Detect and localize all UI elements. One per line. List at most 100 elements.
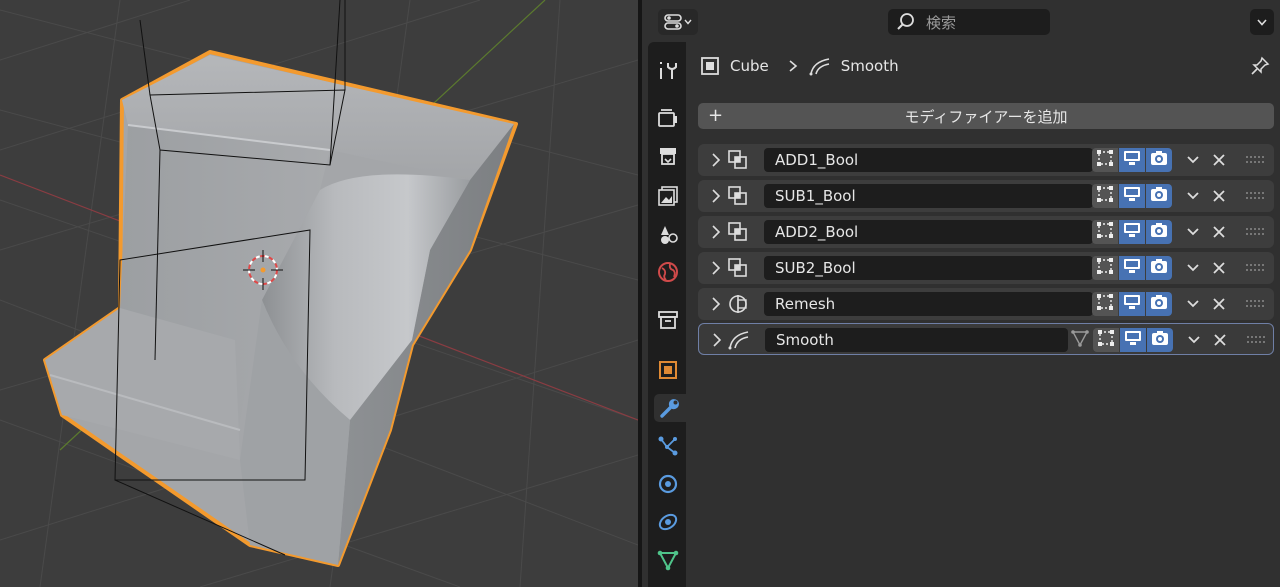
tab-tool[interactable] <box>654 56 682 84</box>
drag-handle-icon[interactable] <box>1246 300 1264 308</box>
remove-modifier-button[interactable] <box>1206 292 1232 316</box>
tab-render[interactable] <box>654 104 682 132</box>
chevron-right-icon[interactable] <box>708 294 724 314</box>
tab-world[interactable] <box>654 258 682 286</box>
remove-modifier-button[interactable] <box>1206 184 1232 208</box>
edit-mode-toggle[interactable] <box>1092 148 1118 172</box>
monitor-icon <box>1123 258 1141 278</box>
tab-particles[interactable] <box>654 432 682 460</box>
editor-type-button[interactable] <box>658 9 698 35</box>
3d-viewport[interactable] <box>0 0 638 587</box>
drag-handle-icon[interactable] <box>1246 192 1264 200</box>
modifier-row[interactable]: Smooth <box>698 323 1274 355</box>
tab-view-layer[interactable] <box>654 182 682 210</box>
edit-mode-toggle[interactable] <box>1092 256 1118 280</box>
camera-icon <box>1150 222 1168 242</box>
tab-collection[interactable] <box>654 306 682 334</box>
properties-tabs <box>648 42 686 587</box>
modifier-name-field[interactable]: Remesh <box>764 292 1093 316</box>
viewport-toggle[interactable] <box>1120 328 1146 352</box>
viewport-toggle[interactable] <box>1119 184 1145 208</box>
modifier-name-field[interactable]: SUB2_Bool <box>764 256 1093 280</box>
camera-icon <box>1150 150 1168 170</box>
search-placeholder: 検索 <box>926 13 957 32</box>
remove-modifier-button[interactable] <box>1206 220 1232 244</box>
modifier-name-field[interactable]: ADD1_Bool <box>764 148 1093 172</box>
tab-object[interactable] <box>654 356 682 384</box>
tab-data[interactable] <box>654 546 682 574</box>
edit-mode-icon <box>1097 329 1115 351</box>
render-toggle[interactable] <box>1146 256 1172 280</box>
modifier-menu-dropdown[interactable] <box>1181 328 1207 352</box>
on-cage-toggle[interactable] <box>1067 328 1093 352</box>
edit-mode-icon <box>1096 293 1114 315</box>
modifier-row[interactable]: ADD2_Bool <box>698 216 1274 248</box>
monitor-icon <box>1124 330 1142 350</box>
constraint-icon <box>658 513 678 531</box>
output-icon <box>660 148 676 165</box>
boolean-icon <box>726 220 750 244</box>
breadcrumb-modifier: Smooth <box>840 57 899 75</box>
render-toggle[interactable] <box>1146 184 1172 208</box>
chevron-down-icon <box>1187 300 1199 308</box>
remove-modifier-button[interactable] <box>1206 256 1232 280</box>
modifier-menu-dropdown[interactable] <box>1180 220 1206 244</box>
edit-mode-toggle[interactable] <box>1092 220 1118 244</box>
tab-scene[interactable] <box>654 220 682 248</box>
tab-physics[interactable] <box>654 470 682 498</box>
close-icon <box>1213 226 1225 238</box>
add-modifier-button[interactable]: + モディファイアーを追加 <box>698 103 1274 129</box>
modifier-name-field[interactable]: Smooth <box>765 328 1068 352</box>
drag-handle-icon[interactable] <box>1246 156 1264 164</box>
tab-constraints[interactable] <box>654 508 682 536</box>
monitor-icon <box>1123 222 1141 242</box>
render-toggle[interactable] <box>1146 148 1172 172</box>
chevron-right-icon[interactable] <box>708 258 724 278</box>
properties-header: 検索 <box>642 0 1280 42</box>
modifier-menu-dropdown[interactable] <box>1180 184 1206 208</box>
remove-modifier-button[interactable] <box>1206 148 1232 172</box>
modifier-menu-dropdown[interactable] <box>1180 292 1206 316</box>
drag-handle-icon[interactable] <box>1246 228 1264 236</box>
view-layer-icon <box>658 186 678 206</box>
edit-mode-toggle[interactable] <box>1093 328 1119 352</box>
tab-modifiers[interactable] <box>654 394 686 422</box>
edit-mode-toggle[interactable] <box>1092 184 1118 208</box>
modifier-name-field[interactable]: SUB1_Bool <box>764 184 1093 208</box>
cube-mesh[interactable] <box>43 50 518 567</box>
chevron-down-icon <box>1188 336 1200 344</box>
drag-handle-icon[interactable] <box>1247 336 1265 344</box>
chevron-down-icon <box>1187 264 1199 272</box>
tab-output[interactable] <box>654 142 682 170</box>
drag-handle-icon[interactable] <box>1246 264 1264 272</box>
edit-mode-icon <box>1096 185 1114 207</box>
chevron-down-icon <box>684 19 692 25</box>
chevron-down-icon <box>1187 192 1199 200</box>
modifier-name-field[interactable]: ADD2_Bool <box>764 220 1093 244</box>
chevron-right-icon[interactable] <box>708 186 724 206</box>
chevron-right-icon[interactable] <box>708 150 724 170</box>
remove-modifier-button[interactable] <box>1207 328 1233 352</box>
modifier-row[interactable]: SUB1_Bool <box>698 180 1274 212</box>
chevron-right-icon[interactable] <box>709 330 725 350</box>
pin-icon[interactable] <box>1250 56 1270 76</box>
search-input[interactable]: 検索 <box>888 9 1050 35</box>
options-dropdown[interactable] <box>1250 9 1274 35</box>
modifier-row[interactable]: SUB2_Bool <box>698 252 1274 284</box>
modifier-row[interactable]: ADD1_Bool <box>698 144 1274 176</box>
viewport-toggle[interactable] <box>1119 148 1145 172</box>
edit-mode-toggle[interactable] <box>1092 292 1118 316</box>
render-toggle[interactable] <box>1147 328 1173 352</box>
viewport-toggle[interactable] <box>1119 256 1145 280</box>
modifier-row[interactable]: Remesh <box>698 288 1274 320</box>
render-toggle[interactable] <box>1146 220 1172 244</box>
chevron-right-icon[interactable] <box>708 222 724 242</box>
edit-mode-icon <box>1096 257 1114 279</box>
modifier-menu-dropdown[interactable] <box>1180 256 1206 280</box>
viewport-toggle[interactable] <box>1119 292 1145 316</box>
viewport-toggle[interactable] <box>1119 220 1145 244</box>
smooth-icon <box>809 58 829 76</box>
render-toggle[interactable] <box>1146 292 1172 316</box>
chevron-down-icon <box>1257 18 1267 26</box>
modifier-menu-dropdown[interactable] <box>1180 148 1206 172</box>
